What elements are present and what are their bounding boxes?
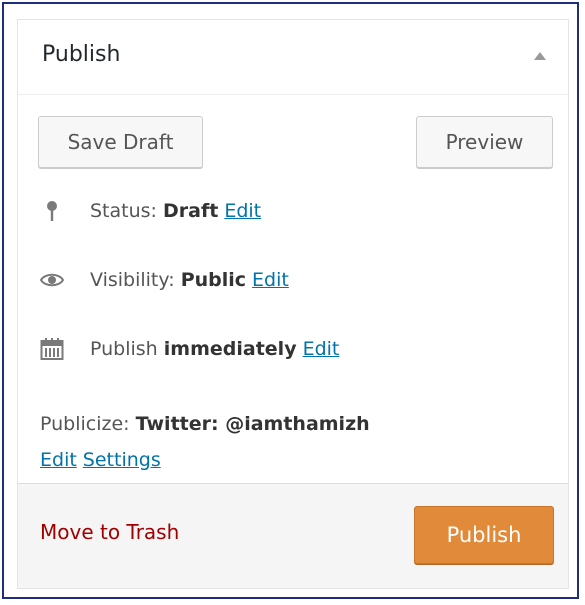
visibility-edit-link[interactable]: Edit [252, 269, 289, 291]
schedule-label: Publish [90, 338, 158, 360]
schedule-row: Publish immediately Edit [40, 337, 339, 361]
pin-icon [40, 199, 64, 223]
visibility-row: Visibility: Public Edit [39, 268, 289, 292]
status-value: Draft [163, 200, 219, 222]
publicize-edit-link[interactable]: Edit [40, 449, 77, 471]
publicize-label: Publicize: [40, 413, 130, 435]
screenshot-frame: Publish Save Draft Preview Status: Draft… [2, 2, 579, 599]
status-label: Status: [90, 200, 157, 222]
publish-box: Publish Save Draft Preview Status: Draft… [17, 19, 569, 589]
publish-box-footer: Move to Trash Publish [18, 483, 568, 588]
publicize-value: Twitter: @iamthamizh [135, 413, 370, 435]
status-edit-link[interactable]: Edit [224, 200, 261, 222]
visibility-label: Visibility: [90, 269, 175, 291]
publicize-settings-link[interactable]: Settings [83, 449, 161, 471]
triangle-up-icon[interactable] [534, 52, 546, 60]
preview-button[interactable]: Preview [416, 116, 553, 168]
schedule-edit-link[interactable]: Edit [303, 338, 340, 360]
schedule-value: immediately [163, 338, 297, 360]
move-to-trash-link[interactable]: Move to Trash [40, 520, 179, 544]
save-draft-button[interactable]: Save Draft [38, 116, 203, 168]
eye-icon [39, 268, 65, 292]
status-row: Status: Draft Edit [40, 199, 261, 223]
publicize-section: Publicize: Twitter: @iamthamizh Edit Sett… [40, 406, 370, 478]
publish-box-title: Publish [42, 42, 121, 67]
publish-box-header[interactable]: Publish [18, 20, 568, 95]
publish-button[interactable]: Publish [414, 506, 554, 564]
calendar-icon [40, 337, 64, 361]
visibility-value: Public [180, 269, 247, 291]
